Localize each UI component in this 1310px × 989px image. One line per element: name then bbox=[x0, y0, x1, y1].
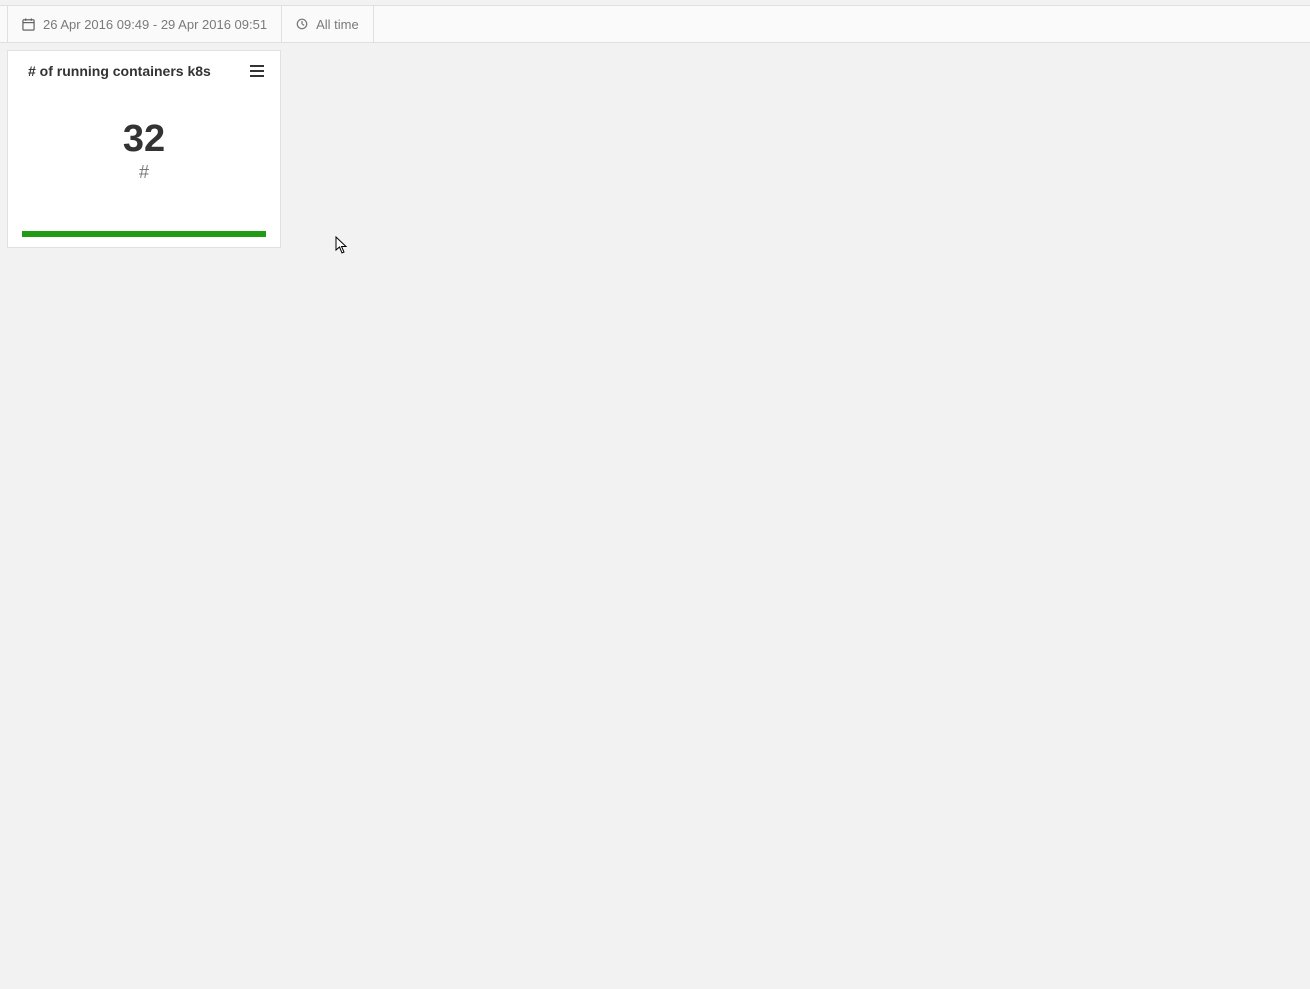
status-bar bbox=[22, 231, 266, 237]
calendar-icon bbox=[22, 18, 35, 31]
metric-unit: # bbox=[139, 162, 149, 183]
all-time-button[interactable]: All time bbox=[282, 6, 374, 42]
metric-value: 32 bbox=[123, 120, 165, 158]
widget-header: # of running containers k8s bbox=[8, 51, 280, 81]
hamburger-icon[interactable] bbox=[246, 61, 268, 81]
clock-icon bbox=[296, 18, 308, 30]
toolbar: 26 Apr 2016 09:49 - 29 Apr 2016 09:51 Al… bbox=[0, 5, 1310, 43]
widget-body: 32 # bbox=[8, 81, 280, 231]
all-time-label: All time bbox=[316, 17, 359, 32]
date-range-picker[interactable]: 26 Apr 2016 09:49 - 29 Apr 2016 09:51 bbox=[7, 6, 282, 42]
dashboard-area: # of running containers k8s 32 # bbox=[0, 43, 1310, 255]
date-range-label: 26 Apr 2016 09:49 - 29 Apr 2016 09:51 bbox=[43, 17, 267, 32]
widget-title: # of running containers k8s bbox=[28, 63, 211, 79]
metric-widget[interactable]: # of running containers k8s 32 # bbox=[7, 50, 281, 248]
